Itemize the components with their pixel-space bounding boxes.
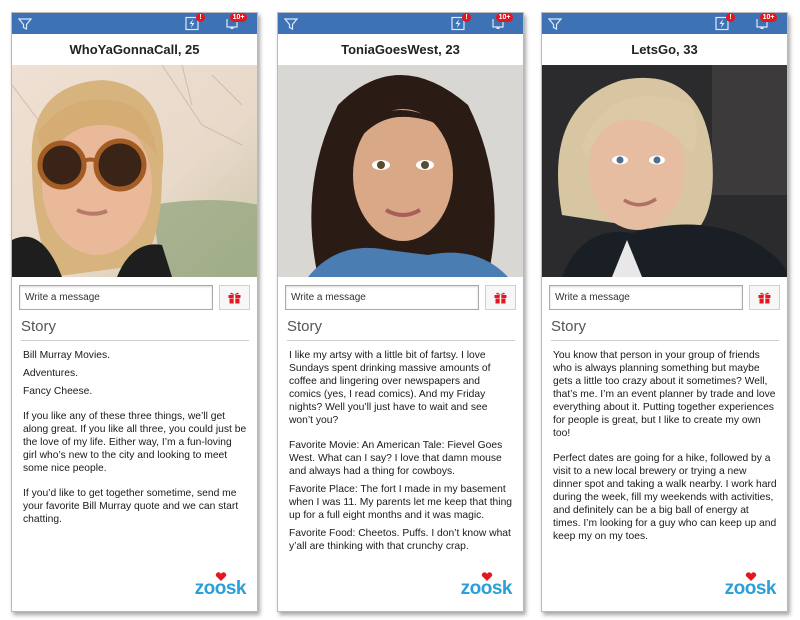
story-heading: Story bbox=[551, 318, 779, 341]
story-paragraph: Fancy Cheese. bbox=[23, 386, 93, 397]
profile-title: ToniaGoesWest, 23 bbox=[341, 42, 460, 57]
gift-icon bbox=[494, 292, 507, 304]
story-heading: Story bbox=[287, 318, 515, 341]
heart-icon bbox=[481, 572, 492, 581]
story-paragraph: Favorite Food: Cheetos. Puffs. I don’t k… bbox=[289, 528, 511, 552]
alert-badge: ! bbox=[726, 13, 735, 22]
profile-photo[interactable] bbox=[542, 65, 787, 277]
profile-card: ! 10+ WhoYaGonnaCall, 25 Write a message… bbox=[11, 12, 258, 612]
heart-icon bbox=[215, 572, 226, 581]
story-text: Bill Murray Movies. Adventures. Fancy Ch… bbox=[12, 341, 257, 526]
message-input[interactable]: Write a message bbox=[285, 285, 479, 310]
message-input[interactable]: Write a message bbox=[19, 285, 213, 310]
filter-icon[interactable] bbox=[284, 17, 298, 31]
story-paragraph: Adventures. bbox=[23, 368, 78, 379]
heart-icon bbox=[745, 572, 756, 581]
story-paragraph: Favorite Movie: An American Tale: Fievel… bbox=[289, 440, 503, 477]
story-text: I like my artsy with a little bit of far… bbox=[278, 341, 523, 553]
profile-card: ! 10+ ToniaGoesWest, 23 Write a message … bbox=[277, 12, 524, 612]
zoosk-logo: zoosk bbox=[461, 572, 513, 600]
story-paragraph: If you’d like to get together sometime, … bbox=[23, 488, 239, 525]
story-paragraph: Favorite Place: The fort I made in my ba… bbox=[289, 484, 513, 521]
send-gift-button[interactable] bbox=[219, 285, 250, 310]
top-bar: ! 10+ bbox=[542, 13, 787, 34]
profile-photo[interactable] bbox=[12, 65, 257, 277]
notification-count-badge: 10+ bbox=[496, 13, 513, 22]
top-bar: ! 10+ bbox=[12, 13, 257, 34]
alert-badge: ! bbox=[462, 13, 471, 22]
profile-photo[interactable] bbox=[278, 65, 523, 277]
gift-icon bbox=[758, 292, 771, 304]
notification-count-badge: 10+ bbox=[760, 13, 777, 22]
profile-card: ! 10+ LetsGo, 33 Write a message Story Y… bbox=[541, 12, 788, 612]
story-heading: Story bbox=[21, 318, 249, 341]
notifications-button[interactable]: 10+ bbox=[225, 13, 247, 31]
story-paragraph: I like my artsy with a little bit of far… bbox=[289, 350, 491, 426]
story-text: You know that person in your group of fr… bbox=[542, 341, 787, 543]
story-paragraph: If you like any of these three things, w… bbox=[23, 411, 247, 474]
message-input[interactable]: Write a message bbox=[549, 285, 743, 310]
notifications-button[interactable]: 10+ bbox=[755, 13, 777, 31]
profile-title: LetsGo, 33 bbox=[631, 42, 698, 57]
send-gift-button[interactable] bbox=[749, 285, 780, 310]
zoosk-logo: zoosk bbox=[195, 572, 247, 600]
boost-button[interactable]: ! bbox=[185, 13, 205, 31]
zoosk-logo: zoosk bbox=[725, 572, 777, 600]
boost-button[interactable]: ! bbox=[715, 13, 735, 31]
filter-icon[interactable] bbox=[18, 17, 32, 31]
story-paragraph: Perfect dates are going for a hike, foll… bbox=[553, 453, 777, 542]
notification-count-badge: 10+ bbox=[230, 13, 247, 22]
profile-title: WhoYaGonnaCall, 25 bbox=[69, 42, 200, 57]
notifications-button[interactable]: 10+ bbox=[491, 13, 513, 31]
story-paragraph: You know that person in your group of fr… bbox=[553, 350, 776, 439]
send-gift-button[interactable] bbox=[485, 285, 516, 310]
gift-icon bbox=[228, 292, 241, 304]
story-paragraph: Bill Murray Movies. bbox=[23, 350, 110, 361]
boost-button[interactable]: ! bbox=[451, 13, 471, 31]
top-bar: ! 10+ bbox=[278, 13, 523, 34]
alert-badge: ! bbox=[196, 13, 205, 22]
filter-icon[interactable] bbox=[548, 17, 562, 31]
